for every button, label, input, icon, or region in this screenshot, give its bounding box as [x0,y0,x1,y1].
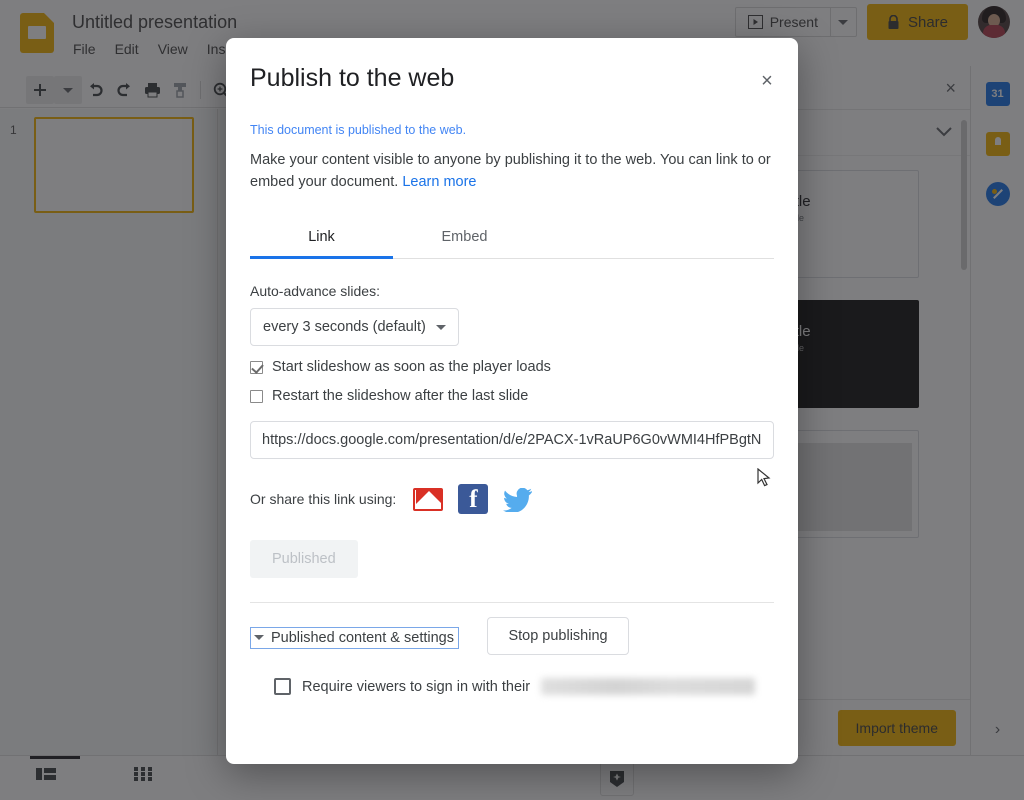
gmail-icon[interactable] [413,487,444,511]
divider [250,602,774,603]
redacted-domain-text [541,678,756,695]
twitter-icon[interactable] [503,486,533,512]
restart-slideshow-checkbox[interactable] [250,389,263,403]
restart-slideshow-label: Restart the slideshow after the last sli… [272,388,529,404]
published-url-text: https://docs.google.com/presentation/d/e… [262,432,762,448]
start-slideshow-checkbox[interactable] [250,360,263,374]
stop-publishing-button[interactable]: Stop publishing [487,617,629,655]
published-button: Published [250,540,358,578]
start-slideshow-row[interactable]: Start slideshow as soon as the player lo… [250,359,774,375]
require-signin-checkbox[interactable] [274,678,291,695]
mouse-cursor [757,467,771,488]
dialog-tabs: Link Embed [250,219,774,259]
dialog-description: Make your content visible to anyone by p… [250,149,774,193]
tab-embed[interactable]: Embed [393,219,536,258]
restart-slideshow-row[interactable]: Restart the slideshow after the last sli… [250,388,774,404]
tab-link[interactable]: Link [250,219,393,259]
dialog-title: Publish to the web [250,64,455,92]
share-link-row: Or share this link using: [250,484,774,514]
publish-status-text: This document is published to the web. [250,123,467,137]
close-icon[interactable]: × [754,68,780,94]
auto-advance-select[interactable]: every 3 seconds (default) [250,308,459,346]
triangle-down-icon [254,635,264,640]
published-url-field[interactable]: https://docs.google.com/presentation/d/e… [250,421,774,459]
published-content-settings-label: Published content & settings [271,629,454,646]
published-content-settings-toggle[interactable]: Published content & settings [250,626,459,649]
auto-advance-label: Auto-advance slides: [250,283,380,299]
publish-to-web-dialog: Publish to the web × This document is pu… [226,38,798,764]
require-signin-row[interactable]: Require viewers to sign in with their [274,678,774,695]
description-text: Make your content visible to anyone by p… [250,152,771,190]
require-signin-label: Require viewers to sign in with their [302,678,531,695]
learn-more-link[interactable]: Learn more [402,174,476,190]
start-slideshow-label: Start slideshow as soon as the player lo… [272,359,551,375]
chevron-down-icon [435,324,446,330]
share-link-label: Or share this link using: [250,491,397,507]
auto-advance-value: every 3 seconds (default) [263,319,426,335]
facebook-icon[interactable] [458,484,489,514]
